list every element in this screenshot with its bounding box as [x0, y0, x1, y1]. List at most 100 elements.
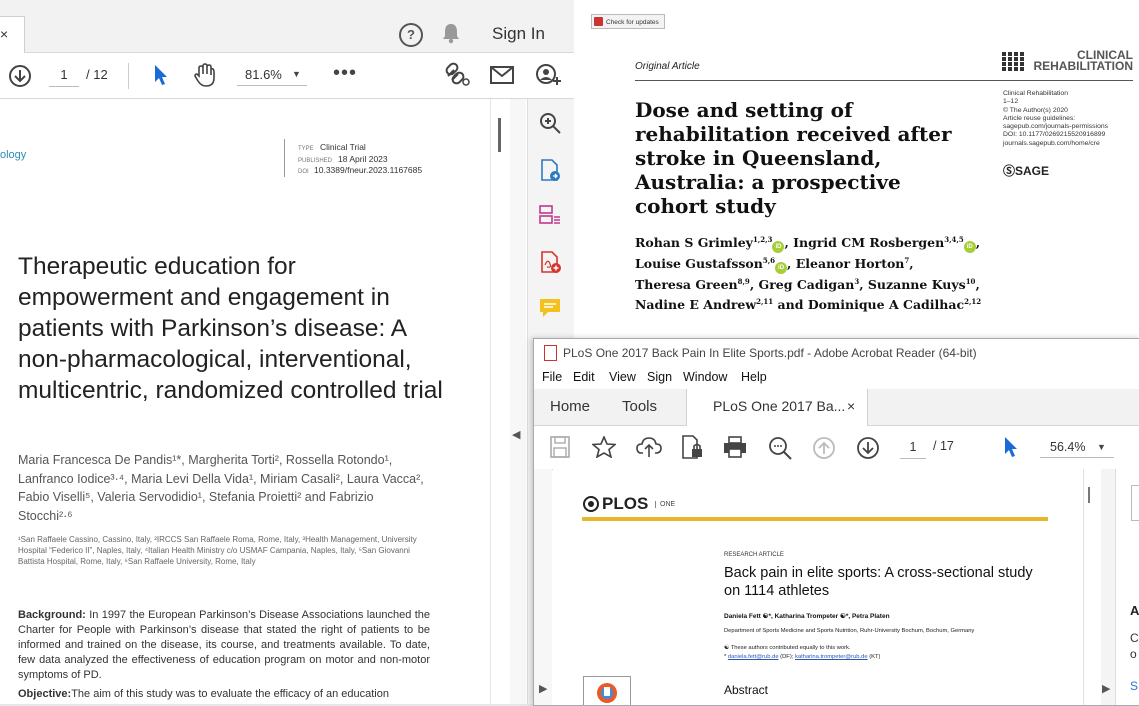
- journal-logo-icon: [1002, 52, 1024, 71]
- left-tab-close-button[interactable]: ×: [0, 26, 8, 42]
- notification-bell-icon[interactable]: [441, 22, 461, 44]
- equal-contribution-note: ☯ These authors contributed equally to t…: [724, 645, 851, 651]
- chevron-down-icon[interactable]: ▼: [1097, 442, 1106, 452]
- abstract-background: Background: In 1997 the European Parkins…: [18, 609, 431, 681]
- author-list: Daniela Fett ☯*, Katharina Trompeter ☯*,…: [724, 613, 890, 620]
- export-pdf-icon[interactable]: [538, 158, 562, 182]
- select-cursor-icon[interactable]: [1003, 436, 1019, 458]
- header-rule: [635, 80, 1133, 81]
- vertical-scrollbar[interactable]: [1083, 469, 1102, 705]
- add-user-icon[interactable]: [535, 63, 561, 89]
- orcid-icon[interactable]: iD: [963, 241, 976, 254]
- page-number-input[interactable]: 1: [900, 436, 926, 459]
- left-scroll-thumb[interactable]: [498, 118, 501, 152]
- expand-nav-arrow-icon[interactable]: ▶: [539, 682, 547, 695]
- tab-document-label: PLoS One 2017 Ba...: [713, 398, 846, 414]
- menu-edit[interactable]: Edit: [573, 370, 595, 384]
- abstract-heading: Abstract: [724, 683, 769, 697]
- menu-window[interactable]: Window: [683, 370, 727, 384]
- article-meta: Clinical Rehabilitation 1–12 © The Autho…: [1003, 90, 1109, 147]
- left-zoom-value: 81.6%: [245, 67, 282, 82]
- tab-home[interactable]: Home: [550, 398, 590, 415]
- collapse-arrow-icon[interactable]: ◀: [512, 428, 520, 441]
- author-list: Maria Francesca De Pandis¹*, Margherita …: [18, 453, 424, 523]
- create-pdf-icon[interactable]: [538, 250, 562, 274]
- select-cursor-icon[interactable]: [153, 64, 169, 86]
- meta-divider: [284, 139, 285, 177]
- cloud-upload-icon[interactable]: [636, 436, 662, 458]
- right-pane-collapse: [1101, 469, 1115, 705]
- orcid-icon[interactable]: iD: [775, 262, 788, 275]
- plos-one-label: ONE: [655, 501, 675, 508]
- comment-icon[interactable]: [538, 296, 562, 320]
- article-title: Back pain in elite sports: A cross-secti…: [724, 565, 1033, 599]
- plos-brand: PLOS: [602, 494, 649, 513]
- next-page-icon[interactable]: [856, 436, 880, 460]
- tab-tools[interactable]: Tools: [622, 398, 657, 415]
- search-icon[interactable]: [768, 436, 792, 460]
- previous-page-icon[interactable]: [812, 436, 836, 460]
- toolbar-divider: [128, 63, 129, 89]
- menu-sign[interactable]: Sign: [647, 370, 672, 384]
- bookmark-star-icon[interactable]: [592, 436, 616, 458]
- print-icon[interactable]: [723, 436, 747, 458]
- article-type: Original Article: [635, 61, 700, 72]
- help-icon[interactable]: ?: [399, 23, 423, 47]
- department: Department of Sports Medicine and Sports…: [724, 628, 975, 634]
- email-link[interactable]: daniela.fett@rub.de: [728, 654, 779, 660]
- chevron-down-icon[interactable]: ▼: [292, 69, 301, 79]
- zoom-search-icon[interactable]: [538, 111, 562, 135]
- email-link[interactable]: katharina.trompeter@rub.de: [795, 654, 868, 660]
- protect-document-icon[interactable]: [680, 434, 704, 460]
- check-updates-badge-icon: [597, 683, 617, 703]
- menu-file[interactable]: File: [542, 370, 562, 384]
- plos-logo-icon: [583, 496, 599, 512]
- tab-close-button[interactable]: ×: [847, 398, 855, 414]
- hand-tool-icon[interactable]: [193, 62, 217, 88]
- organize-pages-icon[interactable]: [538, 203, 562, 227]
- save-icon[interactable]: [550, 436, 570, 458]
- orcid-icon[interactable]: iD: [772, 241, 785, 254]
- right-pane-heading-fragment: A: [1130, 603, 1139, 618]
- left-tab-bar: [0, 0, 574, 53]
- menu-help[interactable]: Help: [741, 370, 767, 384]
- menu-view[interactable]: View: [609, 370, 636, 384]
- article-title: Dose and setting of rehabilitation recei…: [635, 98, 952, 218]
- meta-published: PUBLISHED 18 April 2023: [298, 154, 388, 164]
- sign-in-button[interactable]: Sign In: [492, 24, 545, 44]
- meta-doi: DOI 10.3389/fneur.2023.1167685: [298, 165, 423, 175]
- email-icon[interactable]: [490, 66, 514, 84]
- zoom-value: 56.4%: [1050, 440, 1086, 454]
- left-tools-pane-collapse: [510, 99, 526, 704]
- left-acrobat-window: × ? Sign In 1 / 12 81.6% ▼ ••• ology TYP: [0, 0, 574, 704]
- acrobat-reader-window: PLoS One 2017 Back Pain In Elite Sports.…: [533, 338, 1139, 706]
- left-vertical-scrollbar[interactable]: [490, 99, 511, 704]
- sage-logo: ⓈSAGE: [1003, 164, 1050, 178]
- journal-logo-text: CLINICAL REHABILITATION: [1033, 48, 1133, 73]
- next-page-icon[interactable]: [8, 64, 32, 88]
- left-page-total: / 12: [86, 67, 108, 82]
- left-nav-rail: [534, 469, 552, 705]
- page-total: / 17: [933, 439, 954, 453]
- open-access-badge[interactable]: [583, 676, 631, 705]
- updates-icon: [594, 17, 603, 26]
- left-page-number-input[interactable]: 1: [49, 64, 79, 87]
- affiliations: ¹San Raffaele Cassino, Cassino, Italy, ²…: [18, 535, 417, 566]
- journal-name-fragment: ology: [0, 149, 27, 161]
- scroll-thumb[interactable]: [1088, 487, 1090, 503]
- right-pane-box[interactable]: [1131, 485, 1139, 521]
- author-list: Rohan S Grimley1,2,3iD, Ingrid CM Rosber…: [635, 235, 982, 313]
- share-link-icon[interactable]: [444, 62, 472, 88]
- pdf-file-icon: [544, 345, 557, 361]
- expand-right-pane-arrow-icon[interactable]: ▶: [1102, 682, 1110, 695]
- meta-type: TYPE Clinical Trial: [298, 142, 366, 152]
- more-tools-button[interactable]: •••: [333, 62, 357, 85]
- article-title: Therapeutic education for empowerment an…: [18, 253, 443, 404]
- right-pane-link-fragment[interactable]: S: [1130, 679, 1138, 693]
- window-title: PLoS One 2017 Back Pain In Elite Sports.…: [563, 346, 977, 360]
- right-pane-text-fragment: C: [1130, 631, 1139, 645]
- right-pane-text-fragment: o: [1130, 647, 1137, 661]
- contact-emails: * daniela.fett@rub.de (DF); katharina.tr…: [724, 654, 881, 660]
- clinical-rehab-document: Check for updates Original Article CLINI…: [574, 0, 1139, 338]
- research-article-label: RESEARCH ARTICLE: [724, 552, 784, 558]
